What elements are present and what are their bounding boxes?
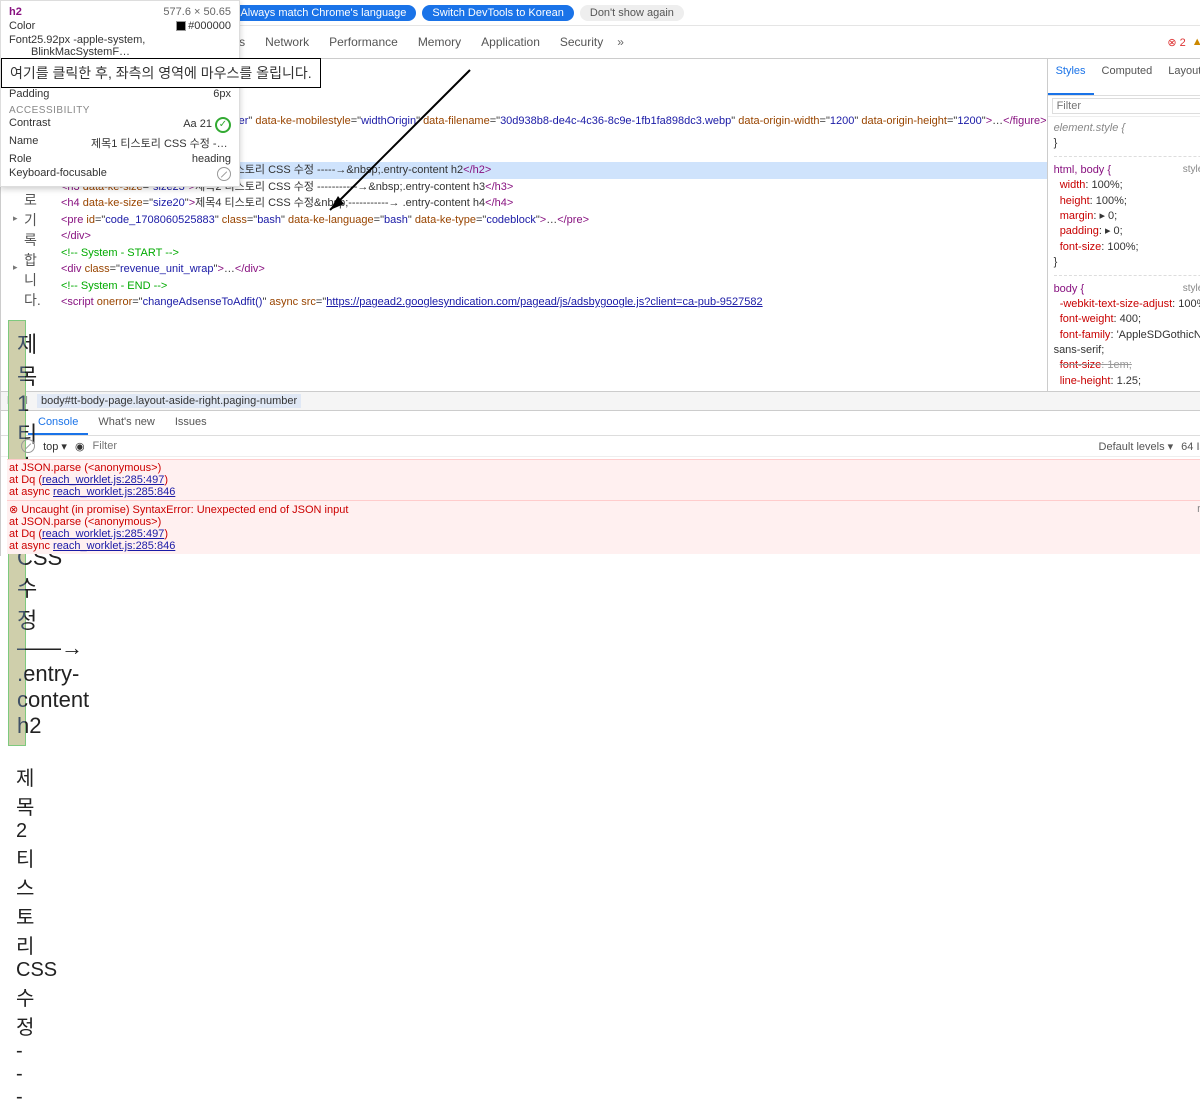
context-selector[interactable]: top ▾ [43,440,67,453]
more-tabs-icon[interactable]: » [613,35,628,49]
styles-pane: Styles Computed Layout Event Listeners »… [1047,59,1200,391]
eye-icon[interactable]: ◉ [75,440,85,453]
css-rules[interactable]: element.style {} style.css?_…08057950:36… [1048,117,1200,391]
tab-performance[interactable]: Performance [319,29,408,55]
error-count[interactable]: ⊗ 2 [1167,36,1185,49]
tab-layout[interactable]: Layout [1160,59,1200,95]
tab-styles[interactable]: Styles [1048,59,1094,95]
tab-security[interactable]: Security [550,29,613,55]
console-output[interactable]: at JSON.parse (<anonymous>) at Dq (reach… [1,457,1200,556]
console-filter-input[interactable] [93,440,1091,452]
tooltip-tag: h2 [9,6,22,18]
tab-network[interactable]: Network [255,29,319,55]
breadcrumb[interactable]: html body#tt-body-page.layout-aside-righ… [1,391,1200,410]
clear-console-icon[interactable] [21,439,35,453]
drawer-tab-whatsnew[interactable]: What's new [88,411,165,435]
tab-computed[interactable]: Computed [1094,59,1161,95]
inspect-tooltip: h2577.6 × 50.65 Color#000000 Font25.92px… [0,0,240,187]
warning-count[interactable]: ▲ 113 [1192,36,1200,48]
tooltip-dims: 577.6 × 50.65 [163,6,231,18]
forbidden-icon [217,167,231,181]
drawer-tab-issues[interactable]: Issues [165,411,217,435]
switch-korean-button[interactable]: Switch DevTools to Korean [422,5,573,21]
instruction-callout: 여기를 클릭한 후, 좌측의 영역에 마우스를 올립니다. [1,58,321,88]
tab-memory[interactable]: Memory [408,29,471,55]
issues-summary[interactable]: 64 Issues: ⚑ 60 ▲ 4 [1181,440,1200,453]
levels-selector[interactable]: Default levels ▾ [1099,440,1174,453]
dont-show-button[interactable]: Don't show again [580,5,684,21]
tab-application[interactable]: Application [471,29,550,55]
match-language-button[interactable]: Always match Chrome's language [230,5,416,21]
styles-filter-input[interactable] [1052,98,1200,114]
heading-h3-sample: 제목2 티스토리 CSS 수정 --------------→ .entry-c… [8,756,24,1112]
